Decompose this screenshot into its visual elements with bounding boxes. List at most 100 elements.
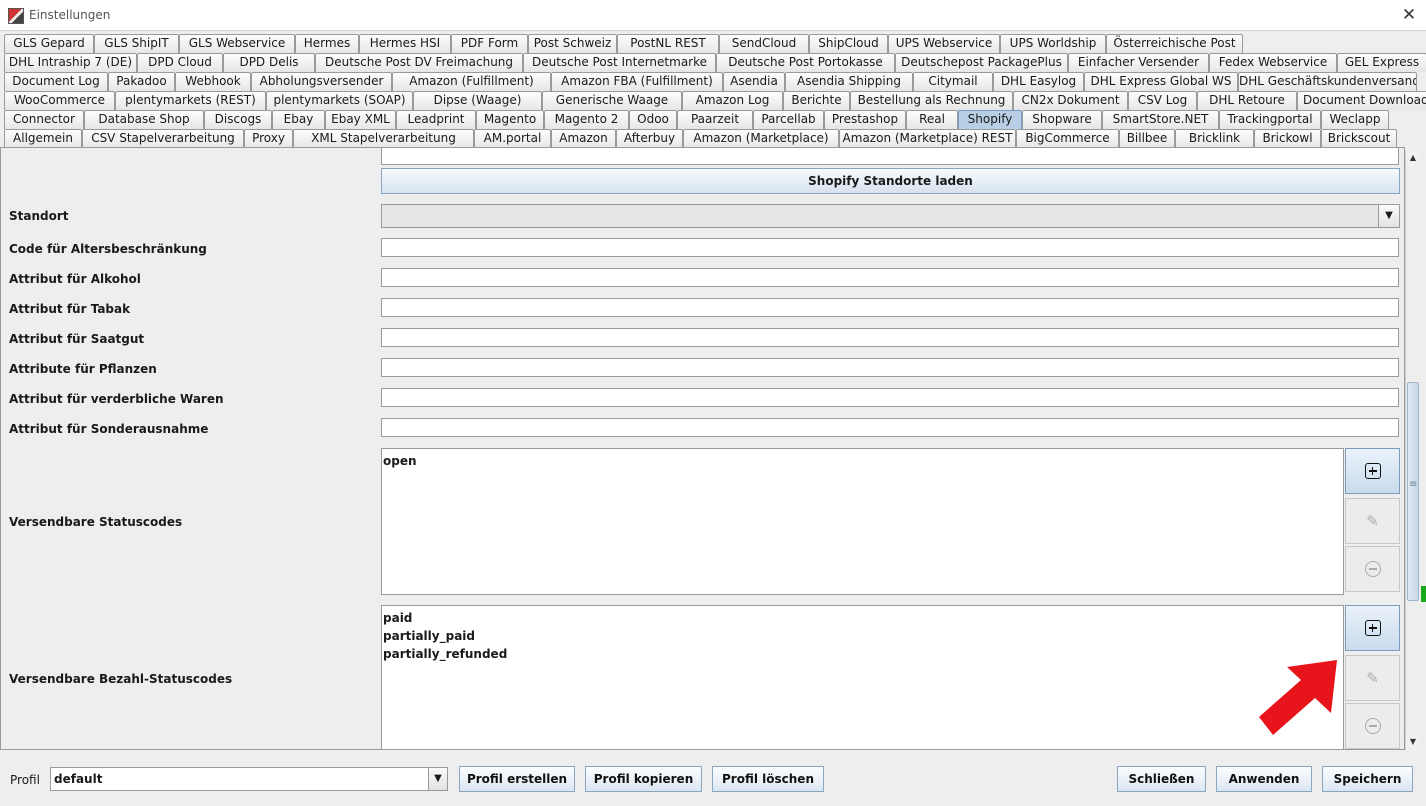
tab-amazon-fba-fulfillment[interactable]: Amazon FBA (Fulfillment) — [551, 72, 723, 91]
tab-woocommerce[interactable]: WooCommerce — [4, 91, 115, 110]
location-select[interactable]: ▼ — [381, 204, 1400, 228]
remove-payment-status-code-button[interactable] — [1345, 703, 1400, 749]
tab-bestellung-als-rechnung[interactable]: Bestellung als Rechnung — [850, 91, 1013, 110]
tab-amazon[interactable]: Amazon — [551, 129, 616, 148]
tab-berichte[interactable]: Berichte — [783, 91, 850, 110]
tab-asendia-shipping[interactable]: Asendia Shipping — [785, 72, 913, 91]
tab-sendcloud[interactable]: SendCloud — [719, 34, 809, 53]
add-payment-status-code-button[interactable] — [1345, 605, 1400, 651]
tab-database-shop[interactable]: Database Shop — [84, 110, 204, 129]
scroll-up-icon[interactable]: ▲ — [1406, 150, 1420, 166]
tab-cn2x-dokument[interactable]: CN2x Dokument — [1013, 91, 1128, 110]
tab-allgemein[interactable]: Allgemein — [4, 129, 82, 148]
tab-paarzeit[interactable]: Paarzeit — [677, 110, 753, 129]
tab-amazon-fulfillment[interactable]: Amazon (Fulfillment) — [392, 72, 551, 91]
tab-am-portal[interactable]: AM.portal — [474, 129, 551, 148]
tab-österreichische-post[interactable]: Österreichische Post — [1106, 34, 1243, 53]
tab-pdf-form[interactable]: PDF Form — [451, 34, 528, 53]
scroll-down-icon[interactable]: ▼ — [1406, 734, 1420, 750]
apply-button[interactable]: Anwenden — [1216, 766, 1312, 792]
chevron-down-icon[interactable]: ▼ — [1378, 205, 1399, 227]
tab-document-downloader[interactable]: Document Downloader — [1297, 91, 1426, 110]
tab-gls-shipit[interactable]: GLS ShipIT — [94, 34, 179, 53]
delete-profile-button[interactable]: Profil löschen — [712, 766, 824, 792]
tobacco-attribute-field[interactable] — [381, 298, 1399, 317]
tab-gls-gepard[interactable]: GLS Gepard — [4, 34, 94, 53]
tab-webhook[interactable]: Webhook — [175, 72, 251, 91]
tab-gls-webservice[interactable]: GLS Webservice — [179, 34, 295, 53]
tab-asendia[interactable]: Asendia — [723, 72, 785, 91]
tab-amazon-marketplace-rest[interactable]: Amazon (Marketplace) REST — [839, 129, 1016, 148]
tab-csv-stapelverarbeitung[interactable]: CSV Stapelverarbeitung — [82, 129, 244, 148]
tab-deutsche-post-portokasse[interactable]: Deutsche Post Portokasse — [716, 53, 895, 72]
tab-deutsche-post-internetmarke[interactable]: Deutsche Post Internetmarke — [523, 53, 716, 72]
tab-real[interactable]: Real — [906, 110, 958, 129]
load-locations-button[interactable]: Shopify Standorte laden — [381, 168, 1400, 194]
save-button[interactable]: Speichern — [1322, 766, 1413, 792]
tab-dpd-cloud[interactable]: DPD Cloud — [137, 53, 223, 72]
tab-bricklink[interactable]: Bricklink — [1175, 129, 1254, 148]
tab-xml-stapelverarbeitung[interactable]: XML Stapelverarbeitung — [293, 129, 474, 148]
tab-dhl-easylog[interactable]: DHL Easylog — [993, 72, 1084, 91]
tab-hermes-hsi[interactable]: Hermes HSI — [359, 34, 451, 53]
tab-dhl-geschäftskundenversand[interactable]: DHL Geschäftskundenversand — [1238, 72, 1417, 91]
payment-status-code-list-item[interactable]: partially_paid — [383, 627, 1342, 645]
tab-post-schweiz[interactable]: Post Schweiz — [528, 34, 617, 53]
tab-parcellab[interactable]: Parcellab — [753, 110, 824, 129]
tab-ebay[interactable]: Ebay — [272, 110, 325, 129]
tab-afterbuy[interactable]: Afterbuy — [616, 129, 683, 148]
remove-status-code-button[interactable] — [1345, 546, 1400, 592]
plants-attribute-field[interactable] — [381, 358, 1399, 377]
tab-shopware[interactable]: Shopware — [1022, 110, 1102, 129]
tab-ups-webservice[interactable]: UPS Webservice — [888, 34, 1000, 53]
payment-status-code-list-item[interactable]: paid — [383, 609, 1342, 627]
vertical-scrollbar[interactable]: ▲ ▼ — [1405, 150, 1420, 750]
tab-deutsche-post-dv-freimachung[interactable]: Deutsche Post DV Freimachung — [315, 53, 523, 72]
tab-brickowl[interactable]: Brickowl — [1254, 129, 1321, 148]
alcohol-attribute-field[interactable] — [381, 268, 1399, 287]
tab-prestashop[interactable]: Prestashop — [824, 110, 906, 129]
edit-status-code-button[interactable]: ✎ — [1345, 498, 1400, 544]
tab-dhl-intraship-7-de[interactable]: DHL Intraship 7 (DE) — [4, 53, 137, 72]
tab-amazon-log[interactable]: Amazon Log — [682, 91, 783, 110]
tab-dipse-waage[interactable]: Dipse (Waage) — [413, 91, 542, 110]
profile-select[interactable]: default ▼ — [50, 767, 448, 791]
tab-document-log[interactable]: Document Log — [4, 72, 108, 91]
tab-generische-waage[interactable]: Generische Waage — [542, 91, 682, 110]
tab-dpd-delis[interactable]: DPD Delis — [223, 53, 315, 72]
add-status-code-button[interactable] — [1345, 448, 1400, 494]
tab-dhl-retoure[interactable]: DHL Retoure — [1197, 91, 1297, 110]
perishable-attribute-field[interactable] — [381, 388, 1399, 407]
tab-ebay-xml[interactable]: Ebay XML — [325, 110, 396, 129]
tab-weclapp[interactable]: Weclapp — [1321, 110, 1389, 129]
tab-proxy[interactable]: Proxy — [244, 129, 293, 148]
scrollbar-thumb[interactable] — [1407, 382, 1419, 601]
tab-pakadoo[interactable]: Pakadoo — [108, 72, 175, 91]
partial-field-top[interactable] — [381, 148, 1399, 165]
tab-amazon-marketplace[interactable]: Amazon (Marketplace) — [683, 129, 839, 148]
edit-payment-status-code-button[interactable]: ✎ — [1345, 655, 1400, 701]
tab-deutschepost-packageplus[interactable]: Deutschepost PackagePlus — [895, 53, 1068, 72]
tab-brickscout[interactable]: Brickscout — [1321, 129, 1397, 148]
payment-status-codes-list[interactable]: paid partially_paid partially_refunded — [381, 605, 1344, 749]
copy-profile-button[interactable]: Profil kopieren — [585, 766, 702, 792]
tab-trackingportal[interactable]: Trackingportal — [1219, 110, 1321, 129]
tab-csv-log[interactable]: CSV Log — [1128, 91, 1197, 110]
tab-discogs[interactable]: Discogs — [204, 110, 272, 129]
status-codes-list[interactable]: open — [381, 448, 1344, 595]
special-exception-attribute-field[interactable] — [381, 418, 1399, 437]
tab-magento[interactable]: Magento — [476, 110, 544, 129]
tab-magento-2[interactable]: Magento 2 — [544, 110, 629, 129]
tab-fedex-webservice[interactable]: Fedex Webservice — [1209, 53, 1337, 72]
status-code-list-item[interactable]: open — [383, 452, 1342, 470]
tab-postnl-rest[interactable]: PostNL REST — [617, 34, 719, 53]
seed-attribute-field[interactable] — [381, 328, 1399, 347]
tab-plentymarkets-rest[interactable]: plentymarkets (REST) — [115, 91, 266, 110]
tab-billbee[interactable]: Billbee — [1119, 129, 1175, 148]
tab-plentymarkets-soap[interactable]: plentymarkets (SOAP) — [266, 91, 413, 110]
tab-bigcommerce[interactable]: BigCommerce — [1016, 129, 1119, 148]
tab-ups-worldship[interactable]: UPS Worldship — [1000, 34, 1106, 53]
tab-dhl-express-global-ws[interactable]: DHL Express Global WS — [1084, 72, 1238, 91]
close-window-icon[interactable]: ✕ — [1392, 0, 1426, 31]
tab-smartstore-net[interactable]: SmartStore.NET — [1102, 110, 1219, 129]
